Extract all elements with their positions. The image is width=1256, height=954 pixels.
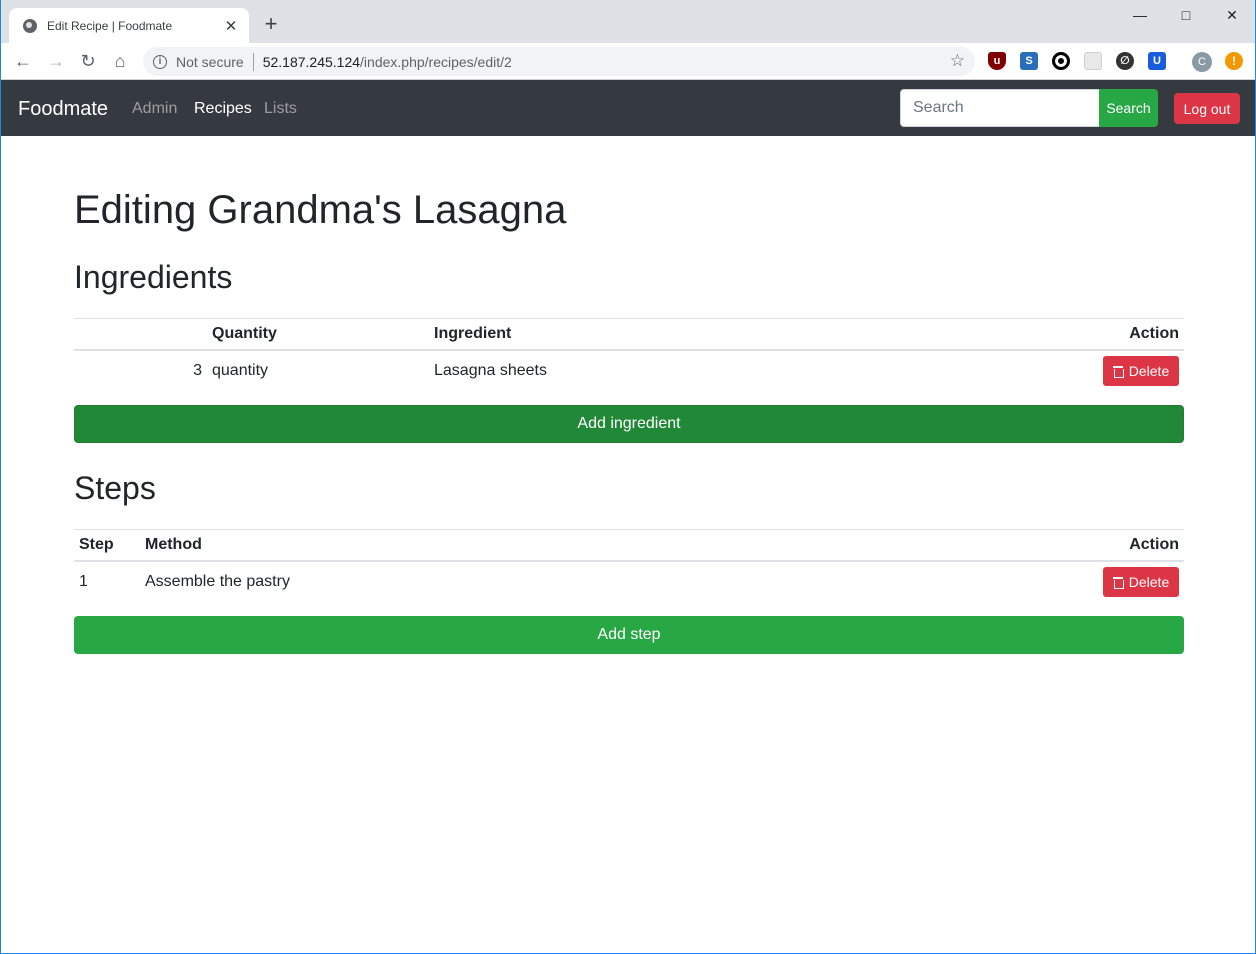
url-path: /index.php/recipes/edit/2 (360, 53, 512, 70)
table-row: 1 Assemble the pastry Delete (74, 561, 1184, 603)
nav-link-recipes[interactable]: Recipes (194, 99, 252, 119)
delete-label: Delete (1128, 574, 1170, 590)
trash-icon (1112, 365, 1124, 378)
nav-link-lists[interactable]: Lists (264, 99, 297, 119)
step-action-cell: Delete (811, 561, 1184, 603)
security-label: Not secure (176, 53, 244, 70)
info-icon[interactable]: i (153, 54, 167, 69)
trash-icon (1112, 576, 1124, 589)
step-number: 1 (79, 573, 88, 590)
wp-extension-icon[interactable]: ∅ (1116, 52, 1134, 70)
ublock-extension-icon[interactable]: u (988, 52, 1006, 70)
new-tab-button[interactable]: + (259, 12, 283, 36)
delete-step-button[interactable]: Delete (1103, 567, 1179, 597)
table-row: 3 quantity Lasagna sheets Delete (74, 350, 1184, 392)
address-bar[interactable]: i Not secure 52.187.245.124 /index.php/r… (143, 47, 975, 76)
app-navbar: Foodmate Admin Recipes Lists Search Log … (1, 80, 1255, 136)
ingredient-column-header: Ingredient (429, 318, 874, 351)
ingredient-unit: quantity (212, 362, 269, 379)
search-button[interactable]: Search (1099, 89, 1158, 127)
ingredient-amount: 3 (193, 362, 202, 379)
step-column-header: Step (74, 529, 140, 562)
tab-strip: Edit Recipe | Foodmate ✕ + — □ ✕ (1, 0, 1255, 43)
bitwarden-extension-icon[interactable]: U (1148, 52, 1166, 70)
ingredients-heading: Ingredients (74, 259, 233, 295)
step-method: Assemble the pastry (145, 573, 290, 590)
steps-table: Step Method Action 1 Assemble the pastry… (74, 529, 1184, 603)
tab-close-icon[interactable]: ✕ (223, 17, 239, 35)
forward-arrow-icon[interactable]: → (44, 49, 68, 73)
browser-toolbar: ← → ↻ ⌂ i Not secure 52.187.245.124 /ind… (1, 43, 1255, 80)
browser-window: Edit Recipe | Foodmate ✕ + — □ ✕ ← → ↻ ⌂… (0, 0, 1256, 954)
circle-extension-icon[interactable] (1052, 52, 1070, 70)
ingredient-action-cell: Delete (873, 350, 1184, 392)
ingredient-name: Lasagna sheets (434, 362, 547, 379)
step-action-column-header: Action (811, 529, 1184, 562)
browser-tab[interactable]: Edit Recipe | Foodmate ✕ (9, 8, 249, 43)
delete-label: Delete (1128, 363, 1170, 379)
amount-column-header (74, 318, 207, 351)
page-title: Editing Grandma's Lasagna (74, 188, 567, 232)
steps-header-row: Step Method Action (74, 529, 1184, 562)
maximize-icon[interactable]: □ (1163, 4, 1209, 26)
grid-extension-icon[interactable] (1084, 52, 1102, 70)
profile-avatar[interactable]: C (1192, 52, 1212, 72)
back-arrow-icon[interactable]: ← (11, 49, 35, 73)
url-host: 52.187.245.124 (262, 53, 361, 70)
s-extension-icon[interactable]: S (1020, 52, 1038, 70)
ingredients-table: Quantity Ingredient Action 3 quantity La… (74, 318, 1184, 392)
alert-extension-icon[interactable]: ! (1225, 52, 1243, 70)
steps-heading: Steps (74, 470, 156, 506)
logout-button[interactable]: Log out (1174, 93, 1240, 124)
globe-icon (23, 18, 37, 33)
reload-icon[interactable]: ↻ (76, 49, 100, 73)
bookmark-star-icon[interactable]: ☆ (950, 51, 965, 71)
search-input[interactable] (900, 89, 1100, 127)
action-column-header: Action (873, 318, 1184, 351)
ingredients-header-row: Quantity Ingredient Action (74, 318, 1184, 351)
home-icon[interactable]: ⌂ (108, 49, 132, 73)
minimize-icon[interactable]: — (1117, 4, 1163, 26)
close-icon[interactable]: ✕ (1209, 4, 1255, 26)
add-ingredient-button[interactable]: Add ingredient (74, 405, 1184, 443)
quantity-column-header: Quantity (207, 318, 429, 351)
tab-title: Edit Recipe | Foodmate (47, 18, 173, 33)
delete-ingredient-button[interactable]: Delete (1103, 356, 1179, 386)
method-column-header: Method (140, 529, 812, 562)
brand-link[interactable]: Foodmate (18, 97, 108, 121)
address-separator (252, 52, 254, 71)
add-step-button[interactable]: Add step (74, 616, 1184, 654)
nav-link-admin[interactable]: Admin (132, 99, 177, 119)
